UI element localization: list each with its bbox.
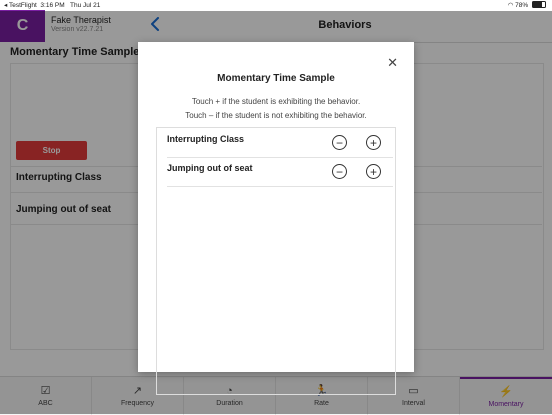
- table-row: Jumping out of seat − +: [167, 157, 393, 187]
- back-to-app-label[interactable]: ◂ TestFlight: [4, 2, 37, 9]
- status-left: ◂ TestFlight 3:16 PM Thu Jul 21: [4, 1, 100, 9]
- battery-icon: [532, 1, 546, 8]
- status-right: ◠ 78%: [508, 1, 546, 9]
- battery-percent: 78%: [515, 2, 529, 9]
- behavior-label: Interrupting Class: [167, 134, 245, 144]
- minus-button[interactable]: −: [332, 164, 347, 179]
- plus-button[interactable]: +: [366, 164, 381, 179]
- instruction-plus: Touch + if the student is exhibiting the…: [191, 97, 361, 106]
- behavior-label: Jumping out of seat: [167, 163, 253, 173]
- modal-title: Momentary Time Sample: [217, 73, 335, 84]
- minus-button[interactable]: −: [332, 135, 347, 150]
- wifi-icon: ◠: [507, 2, 514, 9]
- behavior-table: Interrupting Class − + Jumping out of se…: [156, 127, 396, 395]
- instruction-minus: Touch – if the student is not exhibiting…: [185, 111, 367, 120]
- status-date: Thu Jul 21: [70, 2, 101, 9]
- plus-button[interactable]: +: [366, 135, 381, 150]
- table-row: Interrupting Class − +: [167, 128, 393, 158]
- close-icon[interactable]: ✕: [387, 56, 398, 69]
- momentary-sample-modal: ✕ Momentary Time Sample Touch + if the s…: [138, 42, 414, 395]
- status-time: 3:16 PM: [40, 2, 65, 9]
